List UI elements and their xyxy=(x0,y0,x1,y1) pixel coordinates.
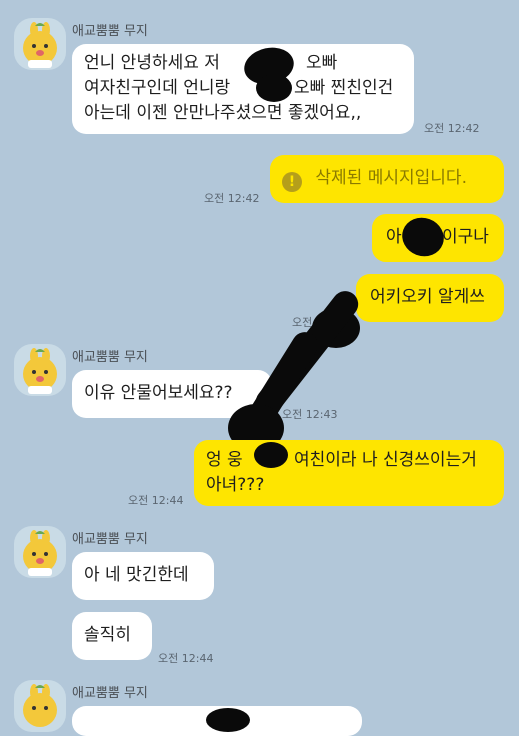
message-text: 솔직히 xyxy=(84,625,131,645)
message-text: 여친이라 나 신경쓰이는거 xyxy=(294,450,477,470)
message-text: 이유 안물어보세요?? xyxy=(84,383,233,403)
redaction-mark xyxy=(206,708,250,732)
message-text: 어키오키 알게쓰 xyxy=(370,287,485,307)
message-time: 오전 12:42 xyxy=(424,122,480,135)
yellow-character-avatar-icon xyxy=(23,348,57,394)
message-bubble-incoming[interactable]: 솔직히 xyxy=(72,612,152,660)
message-bubble-outgoing[interactable]: 어키오키 알게쓰 xyxy=(356,274,504,322)
message-text: 아녀??? xyxy=(206,475,265,495)
avatar[interactable] xyxy=(14,344,66,396)
yellow-character-avatar-icon xyxy=(23,530,57,576)
message-text-fragment: 오빠 찐친인건 xyxy=(294,78,394,98)
redaction-mark xyxy=(256,74,292,102)
sender-name: 애교뿜뿜 무지 xyxy=(72,686,148,701)
message-bubble-incoming[interactable]: 언니 안녕하세요 저 오빠 여자친구인데 언니랑 오빠 찐친인건 아는데 이젠 … xyxy=(72,44,414,134)
avatar[interactable] xyxy=(14,526,66,578)
message-text: 언니 안녕하세요 저 xyxy=(84,53,220,73)
redaction-mark xyxy=(254,442,288,468)
message-text: 아는데 이젠 안만나주셨으면 좋겠어요,, xyxy=(84,103,362,123)
yellow-character-avatar-icon xyxy=(23,22,57,68)
deleted-message-text: 삭제된 메시지입니다. xyxy=(315,168,467,188)
message-text-fragment: 오빠 xyxy=(306,53,338,73)
message-text: 아 xyxy=(386,227,402,247)
message-text: 아 네 맛긴한데 xyxy=(84,565,189,585)
avatar[interactable] xyxy=(14,18,66,70)
message-time: 오전 12:44 xyxy=(158,652,214,665)
sender-name: 애교뿜뿜 무지 xyxy=(72,350,148,365)
message-bubble-outgoing[interactable]: ! 삭제된 메시지입니다. xyxy=(270,155,504,203)
message-text: 여자친구인데 언니랑 xyxy=(84,78,231,98)
message-time: 오전 12:44 xyxy=(128,494,184,507)
avatar[interactable] xyxy=(14,680,66,732)
message-text: 엉 웅 xyxy=(206,450,243,470)
message-bubble-incoming[interactable]: 아 네 맛긴한데 xyxy=(72,552,214,600)
yellow-character-avatar-icon xyxy=(23,684,57,727)
exclamation-circle-icon: ! xyxy=(282,172,302,192)
message-bubble-outgoing[interactable]: 엉 웅 여친이라 나 신경쓰이는거 아녀??? xyxy=(194,440,504,506)
message-time: 오전 12:43 xyxy=(282,408,338,421)
message-time: 오전 12:42 xyxy=(204,192,260,205)
sender-name: 애교뿜뿜 무지 xyxy=(72,24,148,39)
message-text: 이구나 xyxy=(442,227,489,247)
sender-name: 애교뿜뿜 무지 xyxy=(72,532,148,547)
